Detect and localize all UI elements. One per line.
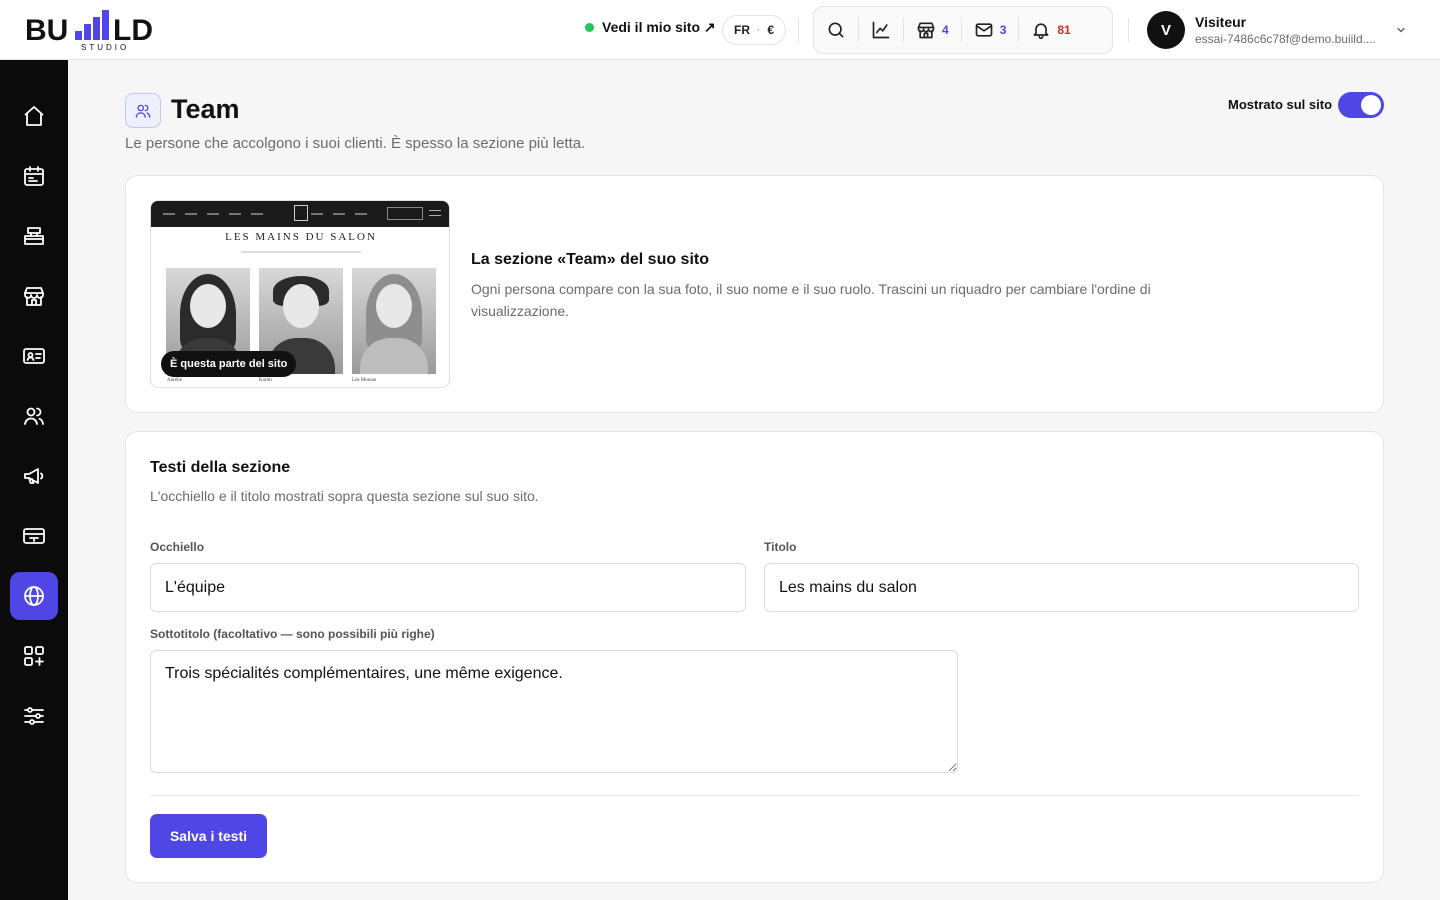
home-icon [24, 106, 44, 126]
language-code: FR [734, 23, 750, 37]
messages-count: 3 [999, 23, 1007, 37]
logo-mark: BU LD STUDIO [25, 10, 153, 52]
save-texts-button[interactable]: Salva i testi [150, 814, 267, 858]
sidebar-item-home[interactable] [10, 92, 58, 140]
language-currency-selector[interactable]: FR · € [722, 15, 787, 45]
page-subtitle: Le persone che accolgono i suoi clienti.… [125, 135, 586, 152]
register-icon [24, 227, 44, 245]
sidebar-item-register[interactable] [10, 212, 58, 260]
sliders-icon [24, 707, 44, 725]
sidebar-item-website[interactable] [10, 572, 58, 620]
sidebar-item-calendar[interactable] [10, 152, 58, 200]
toggle-knob [1361, 95, 1381, 115]
divider [150, 795, 1359, 796]
messages-button[interactable]: 3 [960, 18, 1019, 42]
sidebar-item-store[interactable] [10, 272, 58, 320]
team-icon [135, 104, 151, 118]
megaphone-icon [24, 468, 44, 484]
team-member-name: Aurélie [167, 378, 182, 383]
sidebar-item-apps[interactable] [10, 632, 58, 680]
svg-text:STUDIO: STUDIO [81, 43, 129, 52]
sidebar [0, 60, 68, 900]
team-section-icon [125, 93, 161, 128]
section-texts-card: Testi della sezione L'occhiello e il tit… [125, 431, 1384, 883]
bell-icon [1033, 23, 1049, 40]
top-bar: BU LD STUDIO Vedi il mio sito ↗ FR · € 4 [0, 0, 1440, 60]
notifications-button[interactable]: 81 [1018, 18, 1082, 42]
eyebrow-label: Occhiello [150, 540, 205, 554]
currency-symbol: € [767, 23, 775, 37]
sidebar-item-team[interactable] [10, 392, 58, 440]
user-email: essai-7486c6c78f@demo.buiild.... [1195, 32, 1376, 46]
preview-badge: È questa parte del sito [161, 351, 297, 377]
chart-line-icon [872, 21, 890, 39]
user-name: Visiteur [1195, 14, 1247, 30]
subtitle-textarea[interactable]: Trois spécialités complémentaires, une m… [150, 650, 958, 773]
texts-card-title: Testi della sezione [150, 459, 291, 476]
live-status-dot [585, 23, 594, 32]
sidebar-item-marketing[interactable] [10, 452, 58, 500]
eyebrow-input[interactable] [150, 563, 746, 612]
search-icon [828, 22, 844, 38]
sidebar-item-payments[interactable] [10, 512, 58, 560]
view-site-link[interactable]: Vedi il mio sito ↗ [585, 19, 716, 36]
user-info: Visiteur essai-7486c6c78f@demo.buiild...… [1195, 14, 1385, 46]
quick-actions-group: 4 3 81 [813, 6, 1113, 54]
page-title: Team [171, 94, 240, 124]
shop-count: 4 [942, 23, 949, 37]
preview-subtitle-line [241, 251, 361, 253]
visibility-toggle-label: Mostrato sul sito [1228, 97, 1333, 112]
mail-icon [975, 23, 993, 37]
store-icon [24, 287, 44, 306]
title-label: Titolo [764, 540, 797, 554]
divider [1128, 18, 1129, 42]
visibility-toggle[interactable] [1338, 92, 1384, 118]
shop-button[interactable]: 4 [903, 18, 961, 42]
team-photo [352, 268, 436, 374]
user-menu[interactable]: V Visiteur essai-7486c6c78f@demo.buiild.… [1147, 11, 1385, 49]
title-input[interactable] [764, 563, 1359, 612]
chevron-down-icon[interactable] [1395, 24, 1407, 36]
svg-text:BU: BU [25, 14, 68, 47]
card-icon [23, 528, 45, 544]
team-icon [24, 407, 44, 425]
preview-section-title: LES MAINS DU SALON [225, 231, 377, 243]
view-site-label: Vedi il mio sito ↗ [602, 19, 716, 35]
team-member-name: Karim [259, 378, 272, 383]
team-member-name: Léa Moreau [352, 378, 377, 383]
apps-icon [24, 646, 44, 666]
calendar-icon [24, 166, 44, 186]
preview-card-description: Ogni persona compare con la sua foto, il… [471, 281, 1151, 319]
site-section-preview: LES MAINS DU SALON Aurélie Karim Léa Mor… [150, 200, 450, 388]
subtitle-label: Sottotitolo (facoltativo — sono possibil… [150, 627, 435, 641]
build-studio-logo[interactable]: BU LD STUDIO [25, 8, 185, 52]
section-preview-card: LES MAINS DU SALON Aurélie Karim Léa Mor… [125, 175, 1384, 413]
notifications-count: 81 [1057, 23, 1071, 37]
preview-navbar [151, 201, 449, 227]
divider [798, 18, 799, 42]
id-card-icon [23, 348, 45, 364]
search-button[interactable] [814, 18, 858, 42]
analytics-button[interactable] [858, 18, 903, 42]
store-icon [917, 22, 935, 39]
sidebar-item-settings[interactable] [10, 692, 58, 740]
separator-dot: · [757, 24, 761, 36]
texts-card-subtitle: L'occhiello e il titolo mostrati sopra q… [150, 488, 539, 504]
avatar: V [1147, 11, 1185, 49]
preview-card-title: La sezione «Team» del suo sito [471, 251, 709, 268]
globe-icon [24, 586, 44, 606]
sidebar-item-contacts[interactable] [10, 332, 58, 380]
